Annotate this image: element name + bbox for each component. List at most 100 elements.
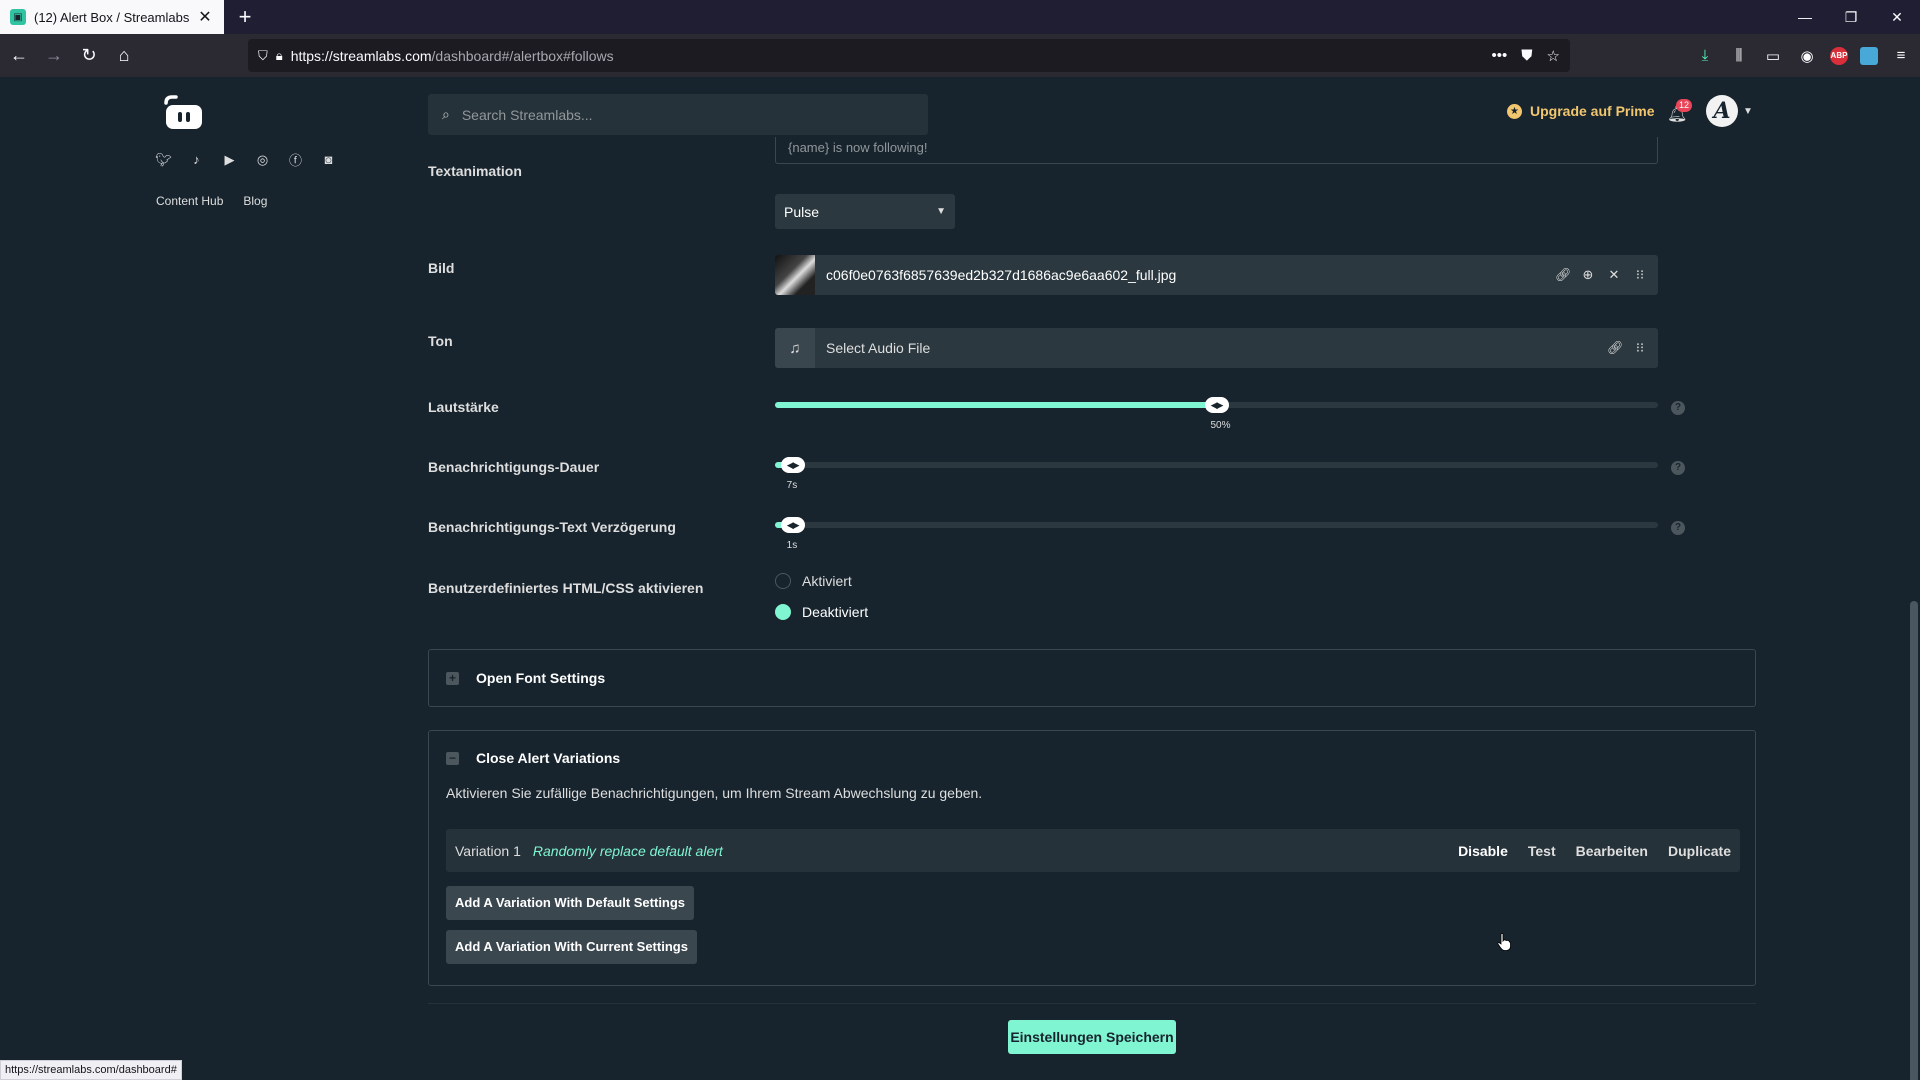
add-default-variation-button[interactable]: Add A Variation With Default Settings — [446, 886, 695, 920]
duration-slider[interactable]: ◀▶ — [775, 457, 1658, 473]
chevron-down-icon[interactable]: ▼ — [1743, 106, 1753, 117]
url-host: https://streamlabs.com — [290, 47, 432, 64]
duration-slider-handle[interactable]: ◀▶ — [780, 457, 805, 473]
notification-badge: 12 — [1676, 99, 1693, 112]
chevron-down-icon: ▼ — [936, 206, 946, 217]
content-hub-link[interactable]: Content Hub — [156, 194, 223, 208]
font-settings-panel[interactable]: + Open Font Settings — [428, 649, 1756, 707]
zoom-icon[interactable]: ⊕ — [1581, 267, 1595, 283]
grid-icon[interactable]: ⁝⁝ — [1633, 340, 1647, 356]
browser-tab-active[interactable]: ▣ (12) Alert Box / Streamlabs ✕ — [0, 0, 224, 34]
text-animation-select[interactable]: Pulse ▼ — [775, 194, 955, 229]
music-note-icon: ♫ — [775, 328, 815, 368]
disable-button[interactable]: Disable — [1458, 843, 1508, 859]
edit-button[interactable]: Bearbeiten — [1576, 843, 1648, 859]
font-settings-header[interactable]: + Open Font Settings — [446, 670, 605, 686]
text-delay-slider-handle[interactable]: ◀▶ — [780, 517, 805, 533]
image-file-field[interactable]: c06f0e0763f6857639ed2b327d1686ac9e6aa602… — [775, 255, 1658, 295]
adblock-icon[interactable]: ABP — [1830, 46, 1848, 65]
alert-variations-header[interactable]: − Close Alert Variations — [446, 750, 620, 766]
help-icon[interactable]: ? — [1671, 401, 1685, 415]
volume-fill — [775, 402, 1217, 408]
pocket-icon[interactable]: ⛊ — [1521, 47, 1532, 65]
lock-icon[interactable]: 🔒︎ — [276, 48, 283, 64]
youtube-icon[interactable]: ▶ — [221, 151, 238, 168]
scrollbar-thumb[interactable] — [1910, 601, 1918, 1080]
streamlabs-favicon-icon: ▣ — [10, 9, 26, 25]
page-scrollbar[interactable] — [1908, 77, 1920, 1080]
test-button[interactable]: Test — [1528, 843, 1556, 859]
extension-icon[interactable] — [1860, 46, 1878, 65]
help-icon[interactable]: ? — [1671, 461, 1685, 475]
twitter-icon[interactable]: 🐦︎ — [155, 151, 172, 168]
avatar[interactable]: A — [1706, 95, 1738, 127]
divider — [428, 1003, 1756, 1004]
back-icon[interactable]: ← — [3, 40, 35, 72]
menu-icon[interactable]: ≡ — [1890, 45, 1912, 67]
sound-placeholder: Select Audio File — [826, 340, 931, 356]
instagram-icon[interactable]: ◎ — [254, 151, 271, 168]
url-path: /dashboard#/alertbox#follows — [431, 47, 614, 64]
new-tab-button[interactable]: + — [232, 4, 258, 30]
tab-close-icon[interactable]: ✕ — [196, 7, 214, 27]
streamlabs-logo-icon[interactable] — [160, 93, 204, 131]
forward-icon[interactable]: → — [38, 40, 70, 72]
status-bar-url: https://streamlabs.com/dashboard# — [0, 1060, 182, 1080]
variation-row: Variation 1 Randomly replace default ale… — [446, 829, 1740, 872]
radio-activated[interactable]: Aktiviert — [775, 573, 852, 589]
volume-slider-handle[interactable]: ◀▶ — [1204, 397, 1229, 413]
font-settings-label: Open Font Settings — [476, 670, 606, 686]
message-template-field[interactable]: {name} is now following! — [775, 137, 1658, 164]
restore-icon[interactable]: ❐ — [1828, 0, 1874, 34]
window-close-icon[interactable]: ✕ — [1874, 0, 1920, 34]
mouse-cursor-icon — [1497, 933, 1511, 951]
window-controls: — ❐ ✕ — [1782, 0, 1920, 34]
sidebar-icon[interactable]: ▭ — [1762, 45, 1784, 67]
streamlabs-page: 🐦︎ ♪ ▶ ◎ ⓕ ◙ Content Hub Blog ⌕ ★ Upgrad… — [0, 77, 1908, 1080]
grid-icon[interactable]: ⁝⁝ — [1633, 267, 1647, 283]
reload-icon[interactable]: ↻ — [73, 40, 105, 72]
volume-value: 50% — [1210, 420, 1231, 431]
upgrade-prime-button[interactable]: ★ Upgrade auf Prime — [1507, 103, 1654, 119]
plus-icon[interactable]: + — [446, 671, 459, 685]
shield-icon[interactable]: ⛉ — [258, 48, 268, 64]
duration-value: 7s — [786, 480, 798, 491]
search-input[interactable] — [461, 106, 914, 123]
tiktok-icon[interactable]: ♪ — [188, 151, 205, 168]
volume-slider[interactable]: ◀▶ — [775, 397, 1658, 413]
download-icon[interactable]: ⤓ — [1694, 45, 1716, 67]
discord-icon[interactable]: ◙ — [320, 151, 337, 168]
custom-html-label: Benutzerdefiniertes HTML/CSS aktivieren — [428, 580, 704, 596]
link-icon[interactable]: 🔗︎ — [1555, 267, 1572, 283]
url-text[interactable]: https://streamlabs.com/dashboard#/alertb… — [291, 48, 1492, 64]
home-icon[interactable]: ⌂ — [108, 40, 140, 72]
browser-navbar: ← → ↻ ⌂ ⛉ 🔒︎ https://streamlabs.com/dash… — [0, 34, 1920, 77]
radio-deactivated-label: Deaktiviert — [802, 604, 869, 620]
search-box[interactable]: ⌕ — [428, 94, 928, 135]
blog-link[interactable]: Blog — [243, 194, 267, 208]
save-settings-button[interactable]: Einstellungen Speichern — [1008, 1020, 1176, 1054]
prime-label: Upgrade auf Prime — [1530, 103, 1655, 119]
remove-icon[interactable]: ✕ — [1607, 267, 1621, 283]
facebook-icon[interactable]: ⓕ — [287, 151, 304, 168]
variation-name: Variation 1 — [455, 842, 521, 859]
bookmark-star-icon[interactable]: ☆ — [1547, 47, 1560, 65]
link-icon[interactable]: 🔗︎ — [1607, 340, 1624, 356]
help-icon[interactable]: ? — [1671, 521, 1685, 535]
radio-button-selected[interactable] — [775, 604, 791, 620]
variation-description: Randomly replace default alert — [532, 842, 723, 859]
add-current-variation-button[interactable]: Add A Variation With Current Settings — [446, 930, 697, 964]
minus-icon[interactable]: − — [446, 751, 459, 765]
radio-button[interactable] — [775, 573, 791, 589]
url-bar[interactable]: ⛉ 🔒︎ https://streamlabs.com/dashboard#/a… — [248, 39, 1570, 72]
radio-deactivated[interactable]: Deaktiviert — [775, 604, 868, 620]
duplicate-button[interactable]: Duplicate — [1668, 843, 1731, 859]
sound-file-field[interactable]: ♫ Select Audio File 🔗︎ ⁝⁝ — [775, 328, 1658, 368]
account-icon[interactable]: ◉ — [1796, 45, 1818, 67]
text-delay-slider[interactable]: ◀▶ — [775, 517, 1658, 533]
social-links: 🐦︎ ♪ ▶ ◎ ⓕ ◙ — [155, 151, 337, 169]
sidebar-links: Content Hub Blog — [156, 194, 267, 208]
more-actions-icon[interactable]: ••• — [1492, 47, 1508, 65]
library-icon[interactable]: ⫼ — [1728, 45, 1750, 67]
minimize-icon[interactable]: — — [1782, 0, 1828, 34]
